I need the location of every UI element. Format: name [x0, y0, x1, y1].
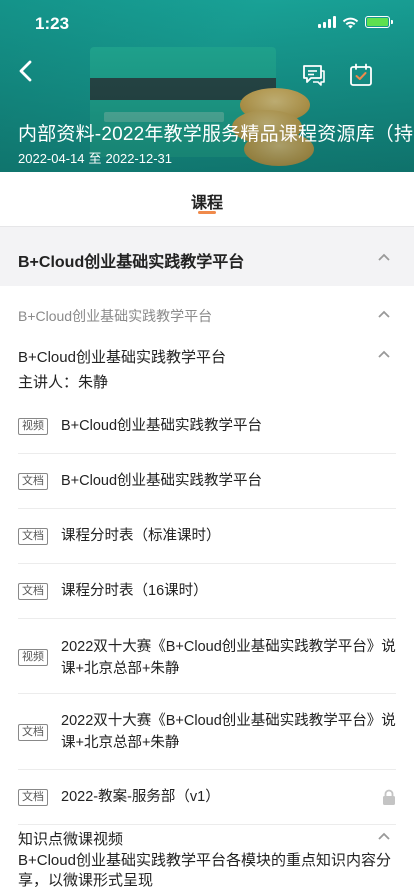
lesson-title[interactable]: B+Cloud创业基础实践教学平台 — [18, 346, 226, 367]
chevron-up-icon[interactable] — [378, 350, 390, 358]
resource-title: 2022-教案-服务部（v1） — [61, 789, 220, 805]
resource-type-badge: 视频 — [18, 649, 48, 666]
knowledge-section-title[interactable]: 知识点微课视频 — [18, 828, 123, 849]
resource-item[interactable]: 文档 课程分时表（16课时） — [18, 564, 396, 619]
cellular-signal-icon — [318, 16, 336, 28]
resource-type-badge: 文档 — [18, 583, 48, 600]
resource-title: B+Cloud创业基础实践教学平台 — [61, 418, 263, 434]
course-header-banner: 1:23 内部资料-2022年教学服务精品课程资源库（持… 2022-04-14… — [0, 0, 414, 172]
course-title: 内部资料-2022年教学服务精品课程资源库（持… — [18, 124, 414, 145]
resource-type-badge: 文档 — [18, 724, 48, 741]
resource-title-line1: 2022双十大赛《B+Cloud创业基础实践教学平台》说 — [61, 639, 396, 655]
tab-bar: 课程 — [0, 172, 414, 226]
knowledge-section-description: B+Cloud创业基础实践教学平台各模块的重点知识内容分享，以微课形式呈现 — [18, 852, 391, 889]
resource-type-badge: 视频 — [18, 418, 48, 435]
wifi-icon — [342, 16, 359, 29]
resource-title-line2: 课+北京总部+朱静 — [61, 735, 180, 751]
course-date-range: 2022-04-14 至 2022-12-31 — [18, 148, 176, 167]
chevron-up-icon[interactable] — [378, 253, 390, 261]
date-start: 2022-04-14 — [18, 151, 85, 166]
calendar-check-icon[interactable] — [348, 62, 374, 88]
resource-item[interactable]: 文档 2022双十大赛《B+Cloud创业基础实践教学平台》说 课+北京总部+朱… — [18, 694, 396, 770]
resource-type-badge: 文档 — [18, 528, 48, 545]
chat-icon[interactable] — [301, 62, 327, 88]
tab-active-indicator — [198, 211, 216, 214]
lesson-speaker: 主讲人：朱静 — [18, 374, 109, 391]
date-separator: 至 — [88, 151, 102, 166]
resource-item[interactable]: 文档 课程分时表（标准课时） — [18, 509, 396, 564]
back-arrow-icon[interactable] — [12, 56, 42, 86]
tab-course[interactable]: 课程 — [0, 189, 414, 213]
chevron-up-icon[interactable] — [378, 310, 390, 318]
resource-type-badge: 文档 — [18, 473, 48, 490]
resource-title: 课程分时表（标准课时） — [61, 528, 221, 544]
chapter-header[interactable]: B+Cloud创业基础实践教学平台 — [0, 226, 414, 286]
resource-item[interactable]: 文档 B+Cloud创业基础实践教学平台 — [18, 454, 396, 509]
status-time: 1:23 — [35, 14, 70, 33]
resource-item[interactable]: 视频 2022双十大赛《B+Cloud创业基础实践教学平台》说 课+北京总部+朱… — [18, 619, 396, 694]
resource-type-badge: 文档 — [18, 789, 48, 806]
lock-icon — [382, 789, 396, 806]
status-indicators — [318, 16, 393, 29]
battery-icon — [365, 16, 393, 28]
resource-item[interactable]: 文档 2022-教案-服务部（v1） — [18, 770, 396, 825]
chevron-up-icon[interactable] — [378, 832, 390, 840]
resource-item[interactable]: 视频 B+Cloud创业基础实践教学平台 — [18, 400, 396, 454]
status-bar: 1:23 — [0, 0, 414, 44]
chapter-title: B+Cloud创业基础实践教学平台 — [18, 254, 245, 271]
resource-title-line1: 2022双十大赛《B+Cloud创业基础实践教学平台》说 — [61, 713, 396, 729]
resource-title-line2: 课+北京总部+朱静 — [61, 661, 180, 677]
date-end: 2022-12-31 — [105, 151, 173, 166]
resource-title: B+Cloud创业基础实践教学平台 — [61, 473, 263, 489]
section-title[interactable]: B+Cloud创业基础实践教学平台 — [18, 306, 212, 326]
resource-title: 课程分时表（16课时） — [61, 583, 208, 599]
